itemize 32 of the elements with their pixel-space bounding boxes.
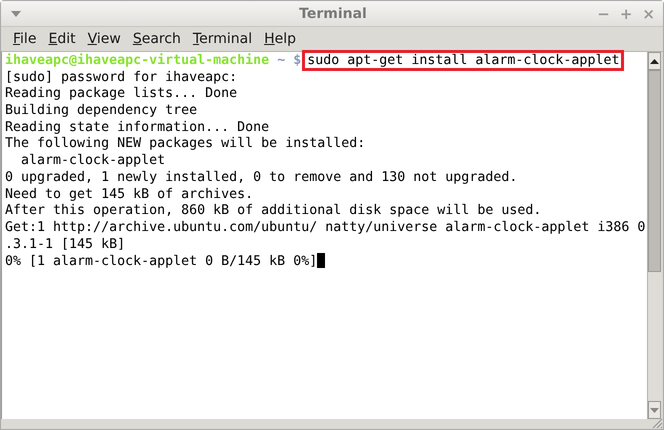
output-line: After this operation, 860 kB of additional disk space will be used.	[5, 203, 542, 218]
prompt-symbol: $	[293, 53, 302, 68]
resize-grip-icon[interactable]	[651, 417, 663, 429]
menu-item[interactable]: View	[82, 31, 127, 47]
output-line: The following NEW packages will be installed:	[5, 136, 366, 152]
output-line: Reading state information... Done	[5, 120, 270, 135]
prompt-path: ~	[277, 53, 286, 68]
window-title: Terminal	[298, 6, 368, 22]
scrollbar-thumb[interactable]	[648, 70, 661, 272]
down-arrow-icon	[650, 408, 660, 412]
menu-item[interactable]: Help	[258, 31, 302, 47]
output-line: [sudo] password for ihaveapc:	[5, 70, 238, 85]
scroll-down-button[interactable]	[648, 401, 661, 419]
output-line: Get:1 http://archive.ubuntu.com/ubuntu/ natty/universe alarm-clock-applet i386 0	[5, 220, 646, 235]
output-line: Building dependency tree	[5, 103, 198, 118]
output-line: Need to get 145 kB of archives.	[5, 186, 254, 202]
menu-item[interactable]: Edit	[42, 31, 82, 47]
window-menu-icon[interactable]	[11, 10, 21, 16]
menu-item[interactable]: Search	[126, 31, 187, 47]
output-line: Reading package lists... Done	[5, 86, 238, 102]
scrollbar[interactable]	[647, 52, 661, 419]
output-line: alarm-clock-applet	[20, 153, 166, 168]
scroll-up-button[interactable]	[648, 52, 661, 70]
output-line: .3.1-1 [145 kB]	[5, 236, 126, 252]
up-arrow-icon	[650, 58, 660, 64]
output-line: 0% [1 alarm-clock-applet 0 B/145 kB 0%]	[5, 254, 318, 270]
terminal-area[interactable]	[1, 52, 648, 419]
output-line: 0 upgraded, 1 newly installed, 0 to remove and 130 not upgraded.	[5, 170, 518, 185]
menu-item[interactable]: File	[7, 31, 42, 47]
menu-item[interactable]: Terminal	[186, 31, 258, 47]
command-text: sudo apt-get install alarm-clock-applet	[305, 53, 622, 68]
prompt-user-host: ihaveapc@ihaveapc-virtual-machine	[5, 53, 270, 68]
